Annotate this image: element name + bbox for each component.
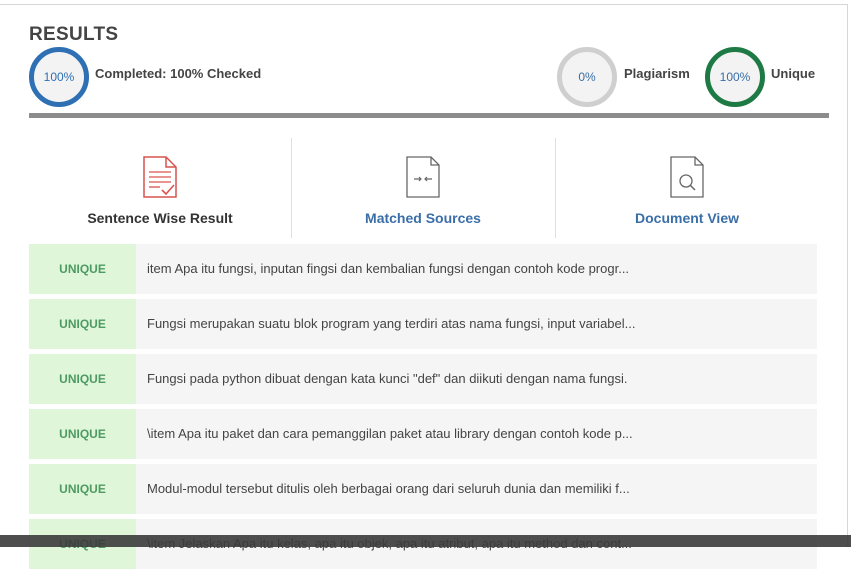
sentence-row[interactable]: UNIQUE Fungsi pada python dibuat dengan … xyxy=(29,354,817,404)
sentence-row[interactable]: UNIQUE item Apa itu fungsi, inputan fing… xyxy=(29,244,817,294)
results-panel: RESULTS 100% Completed: 100% Checked 0% … xyxy=(0,4,848,569)
plagiarism-label: Plagiarism xyxy=(624,66,690,81)
plagiarism-percent: 0% xyxy=(578,70,596,84)
sentence-text: Fungsi pada python dibuat dengan kata ku… xyxy=(147,371,628,386)
document-search-icon xyxy=(670,156,704,198)
sentence-row[interactable]: UNIQUE \item Apa itu paket dan cara pema… xyxy=(29,409,817,459)
document-check-icon xyxy=(143,156,177,198)
result-view-tabs: Sentence Wise Result Matched Sources Doc… xyxy=(29,138,817,238)
plagiarism-ring: 0% xyxy=(557,47,617,107)
unique-ring: 100% xyxy=(705,47,765,107)
matched-sources-label: Matched Sources xyxy=(365,210,481,226)
sentence-text: Fungsi merupakan suatu blok program yang… xyxy=(147,316,636,331)
unique-label: Unique xyxy=(771,66,816,81)
sentence-wise-result-tab[interactable]: Sentence Wise Result xyxy=(29,138,291,238)
completion-ring: 100% xyxy=(29,47,89,107)
results-title: RESULTS xyxy=(29,24,119,45)
sentence-wise-result-label: Sentence Wise Result xyxy=(87,210,233,226)
status-badge: UNIQUE xyxy=(29,409,136,459)
status-badge: UNIQUE xyxy=(29,299,136,349)
sentence-text: item Apa itu fungsi, inputan fingsi dan … xyxy=(147,261,630,276)
bottom-overlay-bar xyxy=(0,535,851,547)
sentence-text: Modul-modul tersebut ditulis oleh berbag… xyxy=(147,481,630,496)
progress-bar xyxy=(29,113,829,118)
document-compare-icon xyxy=(406,156,440,198)
status-badge: UNIQUE xyxy=(29,354,136,404)
completion-percent: 100% xyxy=(43,70,75,84)
matched-sources-tab[interactable]: Matched Sources xyxy=(292,138,554,238)
sentence-row[interactable]: UNIQUE Fungsi merupakan suatu blok progr… xyxy=(29,299,817,349)
unique-percent: 100% xyxy=(719,70,751,84)
sentence-text: \item Apa itu paket dan cara pemanggilan… xyxy=(147,426,633,441)
completion-label: Completed: 100% Checked xyxy=(95,66,262,81)
status-badge: UNIQUE xyxy=(29,464,136,514)
document-view-tab[interactable]: Document View xyxy=(556,138,818,238)
status-badge: UNIQUE xyxy=(29,244,136,294)
document-view-label: Document View xyxy=(635,210,739,226)
sentence-row[interactable]: UNIQUE Modul-modul tersebut ditulis oleh… xyxy=(29,464,817,514)
